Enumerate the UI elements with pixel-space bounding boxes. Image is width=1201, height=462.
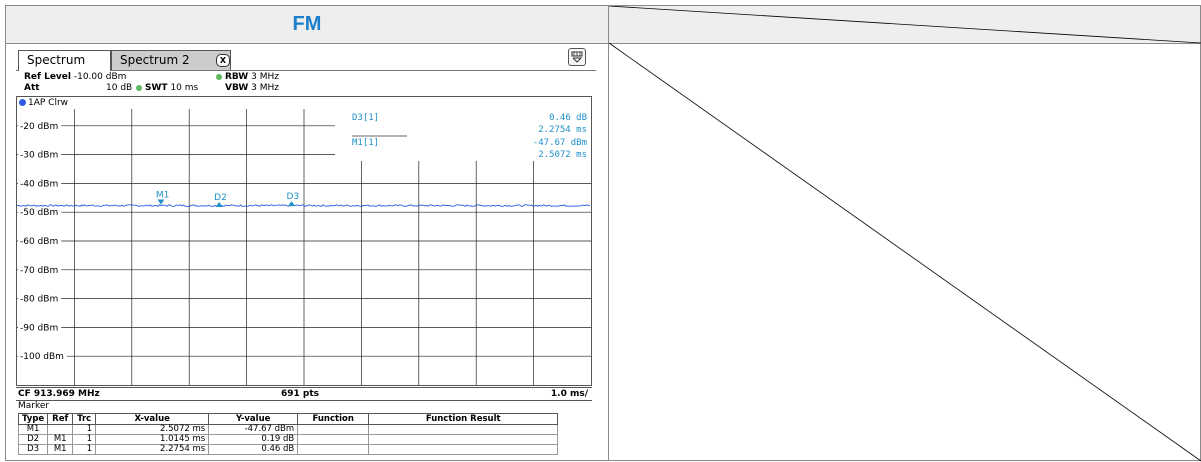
d3-readout-label: D3[1]: [352, 113, 379, 123]
tab-spectrum-2[interactable]: Spectrum 2 X: [111, 50, 231, 70]
close-icon[interactable]: X: [216, 54, 230, 67]
vbw-indicator: VBW 3 MHz: [225, 83, 279, 93]
spectrum-plot[interactable]: 1AP Clrw -20 dBm -30 dBm -40 dBm -50 dBm -60…: [16, 96, 592, 386]
time-per-division: 1.0 ms/: [550, 389, 588, 399]
status-bar: CF 913.969 MHz 691 pts 1.0 ms/: [16, 387, 592, 400]
y-tick-label: -60 dBm: [20, 237, 58, 247]
col-ref: Ref: [47, 413, 74, 425]
column-divider: [608, 6, 609, 460]
table-row[interactable]: D3 M1 1 2.2754 ms 0.46 dB: [17, 444, 559, 455]
att-value: 10 dB: [106, 83, 133, 93]
y-axis-labels: -20 dBm -30 dBm -40 dBm -50 dBm -60 dBm -70 d…: [18, 119, 67, 362]
trace-polyline: [17, 204, 591, 207]
marker-label: M1: [156, 190, 170, 200]
m1-readout-value2: 2.5072 ms: [538, 150, 587, 160]
att-label: Att: [24, 83, 40, 93]
marker-label: D2: [214, 193, 227, 203]
dropdown-menu-icon: [571, 51, 583, 63]
col-y-value: Y-value: [208, 413, 299, 425]
m1-readout-value1: -47.67 dBm: [533, 138, 587, 148]
settings-bar: Ref Level -10.00 dBm Att 10 dB SWT 10 ms…: [16, 70, 596, 94]
marker-table-title: Marker: [18, 401, 50, 411]
sweep-points: 691 pts: [281, 389, 320, 399]
y-tick-label: -50 dBm: [20, 208, 58, 218]
y-tick-label: -40 dBm: [20, 179, 58, 189]
tab-bar: Spectrum Spectrum 2 X: [16, 44, 596, 71]
header-row: FM: [6, 6, 1200, 44]
y-tick-label: -30 dBm: [20, 151, 58, 161]
swt-status-led: [136, 84, 142, 91]
tab-spectrum-2-label: Spectrum 2: [120, 53, 190, 67]
col-type: Type: [17, 413, 49, 425]
marker-table-header: Type Ref Trc X-value Y-value Function Fu…: [17, 413, 559, 425]
center-frequency: CF 913.969 MHz: [18, 389, 100, 399]
body-cell-diagonal: [608, 42, 1201, 462]
marker-readout: D3[1] 0.46 dB 2.2754 ms M1[1] -47.67 dBm…: [335, 109, 591, 161]
table-row[interactable]: D2 M1 1 1.0145 ms 0.19 dB: [17, 434, 559, 445]
rbw-status-led: [216, 73, 222, 80]
m1-readout-label: M1[1]: [352, 138, 379, 148]
y-tick-label: -90 dBm: [20, 323, 58, 333]
y-tick-label: -100 dBm: [20, 352, 64, 362]
trace-line: [17, 204, 591, 207]
marker-table-panel: Marker Type Ref Trc X-value Y-value Func…: [16, 400, 592, 457]
spectrum-analyzer-panel: Spectrum Spectrum 2 X Ref Level -10.00 d…: [16, 44, 596, 458]
marker-label: D3: [287, 192, 300, 202]
col-function-result: Function Result: [368, 413, 559, 425]
col-function: Function: [297, 413, 370, 425]
col-trc: Trc: [72, 413, 97, 425]
marker-table: Type Ref Trc X-value Y-value Function Fu…: [17, 413, 559, 455]
d3-readout-value1: 0.46 dB: [549, 113, 587, 123]
y-tick-label: -20 dBm: [20, 122, 58, 132]
d3-readout-value2: 2.2754 ms: [538, 125, 587, 135]
swt-indicator: SWT 10 ms: [136, 82, 198, 94]
y-tick-label: -80 dBm: [20, 295, 58, 305]
tab-spectrum-label: Spectrum: [27, 53, 86, 67]
tab-spectrum[interactable]: Spectrum: [18, 50, 111, 71]
page-title: FM: [292, 13, 322, 35]
table-row[interactable]: M1 1 2.5072 ms -47.67 dBm: [17, 424, 559, 435]
plot-markers: M1 D2 D3: [156, 190, 300, 207]
plot-canvas: -20 dBm -30 dBm -40 dBm -50 dBm -60 dBm -70 d…: [17, 109, 591, 385]
col-x-value: X-value: [95, 413, 210, 425]
menu-button[interactable]: [568, 48, 586, 66]
y-tick-label: -70 dBm: [20, 266, 58, 276]
